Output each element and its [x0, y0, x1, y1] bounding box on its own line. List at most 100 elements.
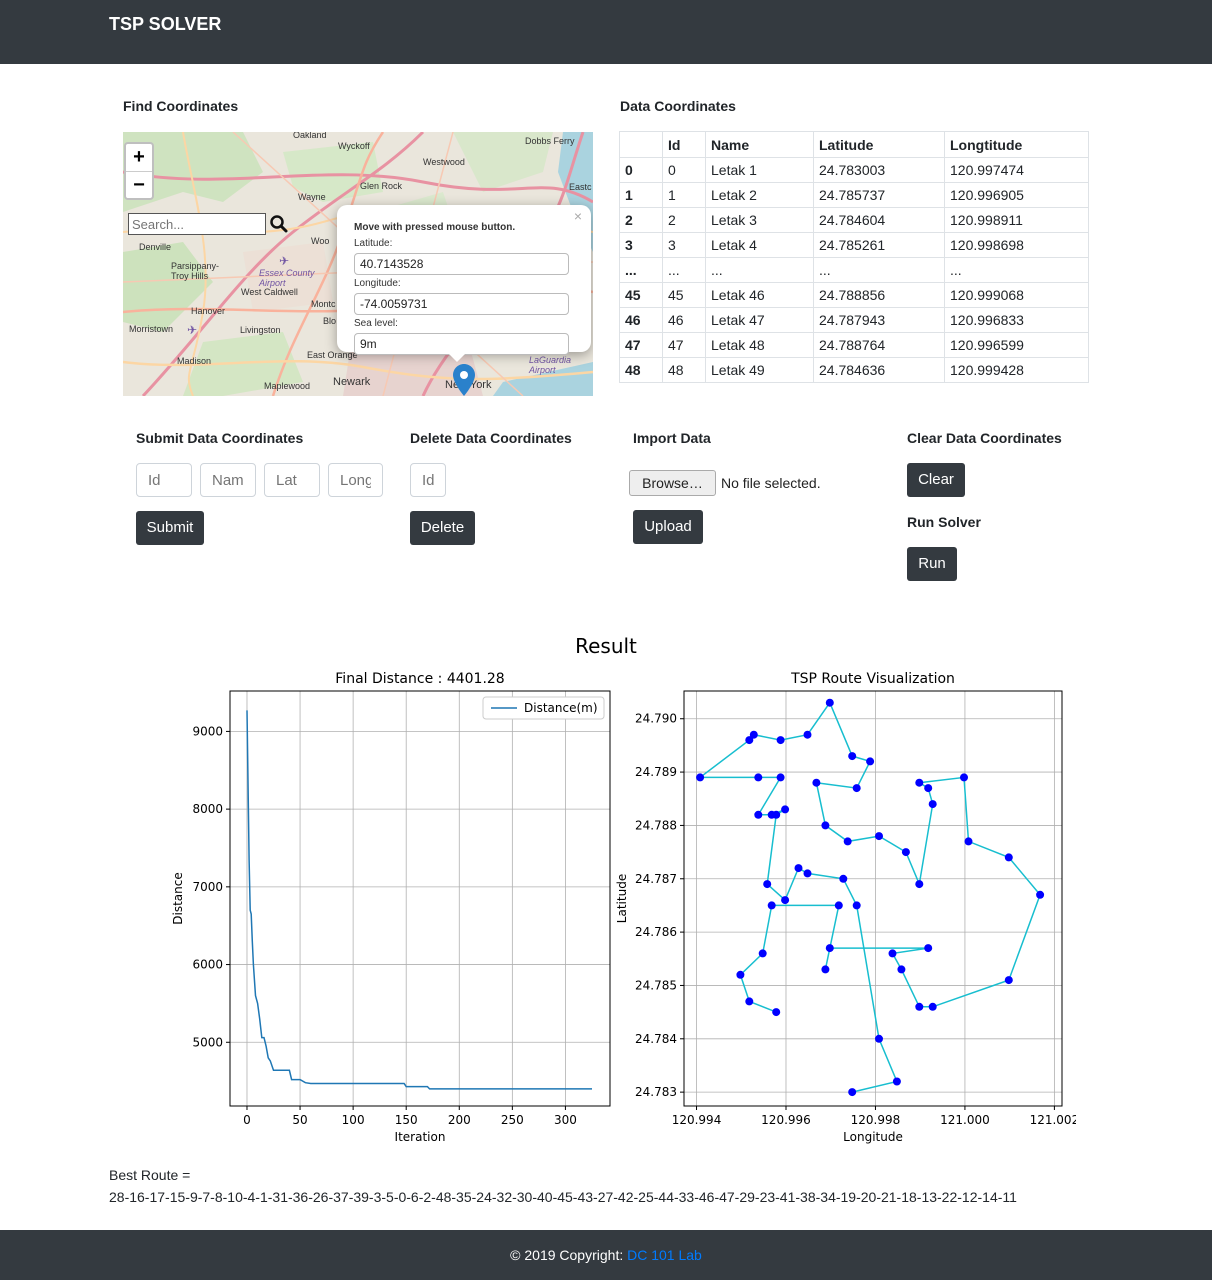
submit-name-input[interactable] — [200, 463, 256, 497]
cell-id: 1 — [662, 182, 706, 208]
route-point — [866, 757, 875, 766]
cell-longitude: 120.997474 — [944, 157, 1089, 183]
x-tick-label: 120.996 — [761, 1113, 811, 1127]
route-point — [803, 869, 812, 878]
cell-name: Letak 4 — [705, 232, 814, 258]
cell-index: 1 — [619, 182, 663, 208]
y-axis-label: Latitude — [615, 874, 629, 923]
route-point — [767, 810, 776, 819]
route-point — [781, 805, 790, 814]
map-label-wayne: Wayne — [298, 192, 326, 202]
popup-longitude-label: Longitude: — [354, 278, 401, 289]
cell-longitude: ... — [944, 257, 1089, 283]
route-point — [696, 773, 705, 782]
zoom-in-button[interactable]: + — [126, 144, 152, 171]
footer-link[interactable]: DC 101 Lab — [627, 1247, 702, 1263]
popup-close-button[interactable]: × — [574, 208, 582, 224]
map-widget[interactable]: Oakland Wyckoff Dobbs Ferry Westwood Gle… — [123, 132, 593, 396]
y-tick-label: 24.785 — [635, 978, 677, 992]
submit-button[interactable]: Submit — [136, 511, 204, 545]
cell-latitude: 24.787943 — [813, 307, 945, 333]
map-search-input[interactable] — [128, 213, 266, 235]
run-button[interactable]: Run — [907, 547, 957, 581]
route-point — [767, 901, 776, 910]
route-point — [758, 949, 767, 958]
cell-name: Letak 46 — [705, 282, 814, 308]
distance-chart: Final Distance : 4401.28 0 50 100 150 200 250 3… — [171, 671, 611, 1144]
submit-id-input[interactable] — [136, 463, 192, 497]
search-icon[interactable] — [269, 214, 289, 234]
route-point — [892, 1077, 901, 1086]
cell-id: 2 — [662, 207, 706, 233]
cell-index: 3 — [619, 232, 663, 258]
browse-file-button[interactable]: Browse… — [629, 470, 716, 496]
zoom-control: + − — [124, 142, 154, 200]
submit-latitude-input[interactable] — [264, 463, 320, 497]
route-point — [843, 837, 852, 846]
clear-button[interactable]: Clear — [907, 463, 965, 497]
column-header-longitude: Longtitude — [944, 131, 1089, 158]
cell-name: Letak 47 — [705, 307, 814, 333]
route-point — [776, 773, 785, 782]
series-line-distance — [246, 710, 592, 1090]
cell-latitude: 24.788764 — [813, 332, 945, 358]
y-tick-label: 24.787 — [635, 872, 677, 886]
route-point — [821, 821, 830, 830]
y-axis-label: Distance — [171, 872, 185, 924]
footer-copyright: © 2019 Copyright: — [510, 1247, 628, 1263]
map-label-livingston: Livingston — [240, 325, 281, 335]
route-point — [825, 944, 834, 953]
map-marker-icon[interactable] — [453, 364, 475, 396]
x-tick-label: 50 — [292, 1113, 307, 1127]
popup-longitude-field[interactable] — [354, 293, 569, 315]
cell-latitude: 24.783003 — [813, 157, 945, 183]
cell-index: 0 — [619, 157, 663, 183]
route-point — [875, 1034, 883, 1043]
y-tick-label: 7000 — [192, 880, 223, 894]
x-tick-label: 200 — [448, 1113, 471, 1127]
route-point — [852, 784, 861, 793]
find-coordinates-heading: Find Coordinates — [123, 98, 239, 114]
map-label-denville: Denville — [139, 242, 171, 252]
y-tick-label: 8000 — [192, 802, 223, 816]
popup-latitude-field[interactable] — [354, 253, 569, 275]
brand-title[interactable]: TSP SOLVER — [109, 14, 221, 35]
cell-longitude: 120.999068 — [944, 282, 1089, 308]
route-point — [960, 773, 968, 782]
cell-id: 46 — [662, 307, 706, 333]
x-tick-label: 0 — [243, 1113, 251, 1127]
popup-latitude-label: Latitude: — [354, 238, 393, 249]
route-point — [1004, 853, 1013, 862]
y-tick-label: 24.784 — [635, 1032, 677, 1046]
x-tick-label: 300 — [554, 1113, 577, 1127]
upload-button[interactable]: Upload — [633, 510, 703, 544]
y-tick-label: 24.783 — [635, 1085, 677, 1099]
x-tick-label: 250 — [501, 1113, 524, 1127]
cell-latitude: 24.784604 — [813, 207, 945, 233]
route-point — [776, 736, 785, 745]
cell-longitude: 120.996905 — [944, 182, 1089, 208]
delete-id-input[interactable] — [410, 463, 446, 497]
column-header-id: Id — [662, 131, 706, 158]
map-label-dobbs: Dobbs Ferry — [525, 136, 575, 146]
map-label-blo: Blo — [323, 316, 336, 326]
route-point — [915, 778, 924, 787]
table-row: 3 3 Letak 4 24.785261 120.998698 — [619, 232, 1089, 258]
route-point — [754, 810, 763, 819]
table-row: 1 1 Letak 2 24.785737 120.996905 — [619, 182, 1089, 208]
popup-sealevel-field[interactable] — [354, 333, 569, 355]
cell-index: 48 — [619, 357, 663, 383]
route-point — [1036, 890, 1045, 899]
map-label-westwood: Westwood — [423, 157, 465, 167]
submit-longitude-input[interactable] — [328, 463, 383, 497]
cell-id: 47 — [662, 332, 706, 358]
column-header-index — [619, 131, 663, 158]
x-tick-label: 150 — [395, 1113, 418, 1127]
route-point — [803, 730, 812, 739]
zoom-out-button[interactable]: − — [126, 171, 152, 198]
route-point — [964, 837, 973, 846]
legend-label: Distance(m) — [524, 701, 598, 715]
cell-latitude: 24.788856 — [813, 282, 945, 308]
delete-button[interactable]: Delete — [410, 511, 475, 545]
cell-name: Letak 49 — [705, 357, 814, 383]
